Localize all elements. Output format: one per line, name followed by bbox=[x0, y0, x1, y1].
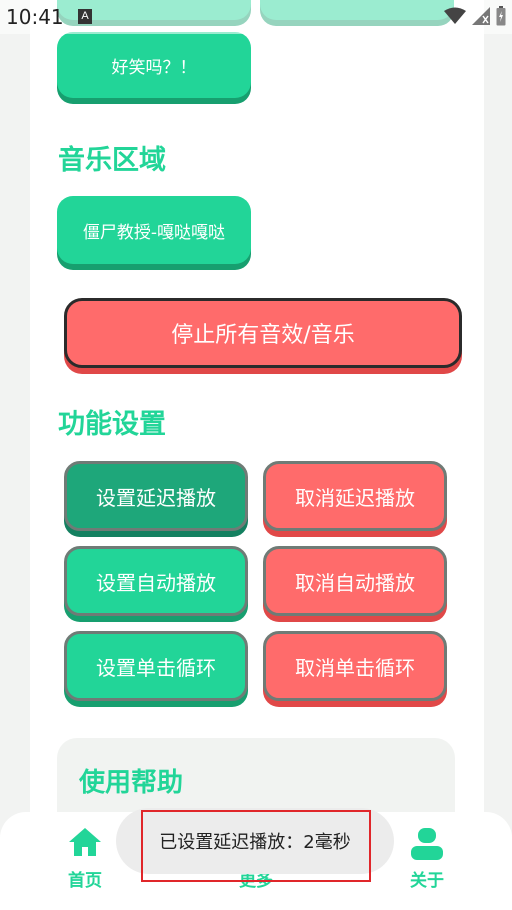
toast-highlight-box bbox=[141, 810, 371, 882]
wifi-icon bbox=[444, 7, 466, 24]
battery-icon bbox=[496, 6, 506, 26]
cancel-autoplay-button[interactable]: 取消自动播放 bbox=[263, 546, 447, 616]
music-section-title: 音乐区域 bbox=[58, 145, 166, 176]
set-loop-button[interactable]: 设置单击循环 bbox=[64, 631, 248, 701]
cancel-delay-button[interactable]: 取消延迟播放 bbox=[263, 461, 447, 531]
music-track-button[interactable]: 僵尸教授-嘎哒嘎哒 bbox=[57, 196, 251, 264]
nav-home-label: 首页 bbox=[68, 871, 102, 891]
nav-about-label: 关于 bbox=[410, 871, 444, 891]
nav-about[interactable]: 关于 bbox=[382, 826, 472, 891]
user-icon bbox=[411, 828, 443, 860]
joke-sound-button[interactable]: 好笑吗？！ bbox=[57, 32, 251, 98]
home-icon bbox=[69, 828, 101, 856]
set-autoplay-button[interactable]: 设置自动播放 bbox=[64, 546, 248, 616]
signal-icon bbox=[472, 7, 490, 25]
status-time: 10:41 bbox=[6, 5, 64, 29]
notification-icon: A bbox=[78, 9, 92, 24]
help-section-title: 使用帮助 bbox=[79, 768, 184, 798]
stop-all-button[interactable]: 停止所有音效/音乐 bbox=[64, 298, 462, 368]
set-delay-button[interactable]: 设置延迟播放 bbox=[64, 461, 248, 531]
status-bar: 10:41 A bbox=[0, 0, 512, 34]
cancel-loop-button[interactable]: 取消单击循环 bbox=[263, 631, 447, 701]
settings-section-title: 功能设置 bbox=[58, 409, 166, 440]
status-icons bbox=[444, 6, 506, 26]
